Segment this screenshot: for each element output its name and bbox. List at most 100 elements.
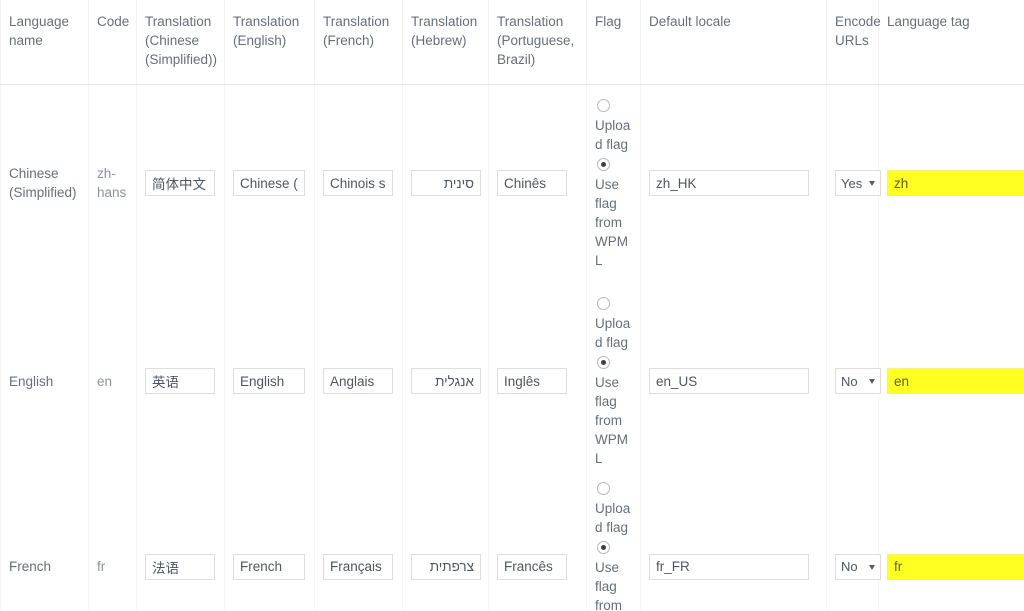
language-name-text: Chinese (Simplified) [9,164,80,202]
cell-translation-hebrew [403,84,489,282]
cell-translation-english [225,84,315,282]
languages-table: Language name Code Translation (Chinese … [0,0,1024,611]
translation-english-input[interactable] [233,554,305,580]
column-header-default-locale: Default locale [641,0,827,84]
default-locale-input[interactable] [649,554,809,580]
translation-hebrew-input[interactable] [411,170,481,196]
cell-encode-urls: YesNo [827,480,879,611]
encode-urls-select[interactable]: YesNo [835,170,881,196]
column-header-encode-urls: Encode URLs [827,0,879,84]
translation-hebrew-input[interactable] [411,368,481,394]
flag-radio-group: Upload flag Use flag from WPML [595,295,632,468]
language-tag-input[interactable] [887,368,1024,394]
radio-wpml-icon[interactable] [597,356,610,369]
cell-translation-french [315,480,403,611]
flag-option-wpml[interactable]: Use flag from WPML [595,541,632,611]
cell-translation-chinese [137,282,225,480]
flag-option-label: Use flag from WPML [595,373,632,468]
flag-radio-group: Upload flag Use flag from WPML [595,480,632,611]
cell-translation-french [315,84,403,282]
translation-english-input[interactable] [233,368,305,394]
radio-wpml-icon[interactable] [597,541,610,554]
radio-upload-icon[interactable] [597,297,610,310]
translation-portuguese-input[interactable] [497,368,567,394]
flag-option-wpml[interactable]: Use flag from WPML [595,158,632,270]
column-header-translation-french: Translation (French) [315,0,403,84]
cell-language-name: Chinese (Simplified) [1,84,89,282]
default-locale-input[interactable] [649,368,809,394]
translation-french-input[interactable] [323,368,393,394]
table-row: Chinese (Simplified) zh-hans Upload flag Us… [1,84,1024,282]
translation-hebrew-input[interactable] [411,554,481,580]
radio-wpml-icon[interactable] [597,158,610,171]
column-header-language-name: Language name [1,0,89,84]
cell-code: fr [89,480,137,611]
table-body: Chinese (Simplified) zh-hans Upload flag Us… [1,84,1024,611]
cell-default-locale [641,282,827,480]
radio-upload-icon[interactable] [597,99,610,112]
flag-option-label: Upload flag [595,314,632,352]
column-header-translation-portuguese: Translation (Portuguese, Brazil) [489,0,587,84]
flag-option-label: Use flag from WPML [595,175,632,270]
languages-settings-panel: Language name Code Translation (Chinese … [0,0,1024,611]
language-name-text: French [9,557,51,576]
column-header-code: Code [89,0,137,84]
cell-translation-english [225,282,315,480]
language-name-text: English [9,372,53,391]
translation-chinese-input[interactable] [145,554,215,580]
cell-encode-urls: YesNo [827,84,879,282]
encode-urls-select[interactable]: YesNo [835,554,881,580]
cell-translation-hebrew [403,282,489,480]
cell-language-tag [879,282,1024,480]
translation-english-input[interactable] [233,170,305,196]
cell-language-tag [879,480,1024,611]
translation-chinese-input[interactable] [145,368,215,394]
default-locale-input[interactable] [649,170,809,196]
cell-translation-portuguese [489,480,587,611]
cell-default-locale [641,480,827,611]
table-row: English en Upload flag Use flag from WPML Ye… [1,282,1024,480]
column-header-flag: Flag [587,0,641,84]
cell-code: zh-hans [89,84,137,282]
cell-flag: Upload flag Use flag from WPML [587,282,641,480]
flag-option-label: Use flag from WPML [595,558,632,611]
cell-flag: Upload flag Use flag from WPML [587,480,641,611]
translation-french-input[interactable] [323,170,393,196]
table-header-row: Language name Code Translation (Chinese … [1,0,1024,84]
column-header-translation-chinese: Translation (Chinese (Simplified)) [137,0,225,84]
flag-option-upload[interactable]: Upload flag [595,297,632,352]
cell-translation-chinese [137,84,225,282]
translation-chinese-input[interactable] [145,170,215,196]
cell-translation-chinese [137,480,225,611]
flag-option-wpml[interactable]: Use flag from WPML [595,356,632,468]
cell-default-locale [641,84,827,282]
cell-translation-english [225,480,315,611]
language-tag-input[interactable] [887,554,1024,580]
cell-flag: Upload flag Use flag from WPML [587,84,641,282]
column-header-language-tag: Language tag [879,0,1024,84]
cell-encode-urls: YesNo [827,282,879,480]
language-tag-input[interactable] [887,170,1024,196]
language-code-text: zh-hans [97,164,128,202]
column-header-translation-english: Translation (English) [225,0,315,84]
translation-french-input[interactable] [323,554,393,580]
translation-portuguese-input[interactable] [497,554,567,580]
translation-portuguese-input[interactable] [497,170,567,196]
cell-translation-hebrew [403,480,489,611]
cell-code: en [89,282,137,480]
flag-radio-group: Upload flag Use flag from WPML [595,97,632,270]
cell-language-tag [879,84,1024,282]
flag-option-label: Upload flag [595,499,632,537]
cell-translation-french [315,282,403,480]
table-header: Language name Code Translation (Chinese … [1,0,1024,84]
table-row: French fr Upload flag Use flag from WPML Yes… [1,480,1024,611]
radio-upload-icon[interactable] [597,482,610,495]
flag-option-upload[interactable]: Upload flag [595,99,632,154]
flag-option-upload[interactable]: Upload flag [595,482,632,537]
cell-language-name: French [1,480,89,611]
cell-language-name: English [1,282,89,480]
cell-translation-portuguese [489,282,587,480]
encode-urls-select[interactable]: YesNo [835,368,881,394]
language-code-text: en [97,372,112,391]
language-code-text: fr [97,557,105,576]
